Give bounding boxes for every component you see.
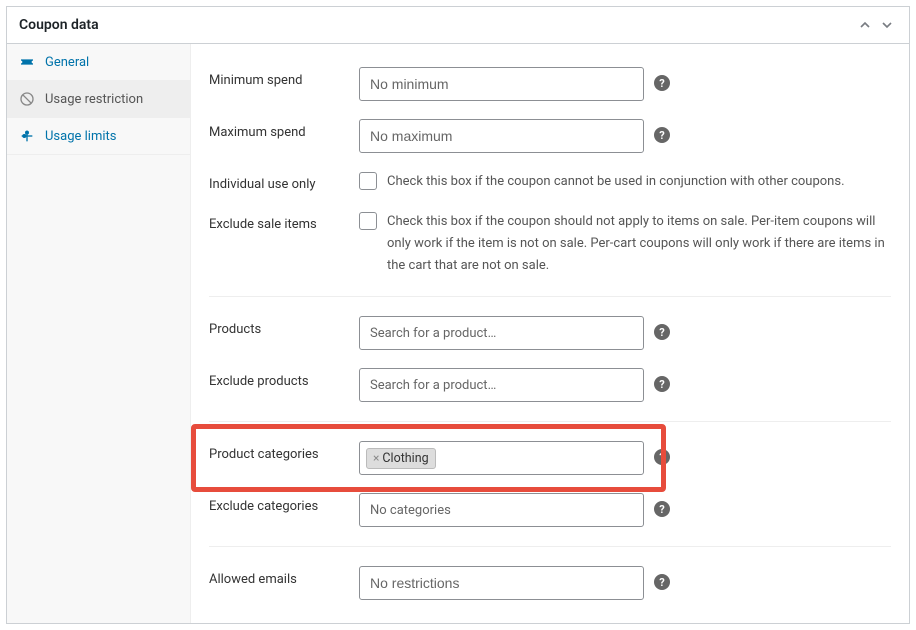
product-categories-select[interactable]: × Clothing — [359, 441, 644, 475]
divider — [209, 296, 891, 297]
checkbox-description: Check this box if the coupon cannot be u… — [387, 171, 845, 193]
minimum-spend-input[interactable] — [359, 67, 644, 101]
allowed-emails-input[interactable] — [359, 566, 644, 600]
remove-tag-icon[interactable]: × — [373, 451, 379, 465]
help-icon[interactable]: ? — [654, 127, 670, 143]
help-icon[interactable]: ? — [654, 376, 670, 392]
category-tag: × Clothing — [366, 448, 436, 469]
help-icon[interactable]: ? — [654, 501, 670, 517]
tab-label: Usage limits — [45, 129, 116, 144]
sidebar: General Usage restriction Usage limits — [7, 44, 191, 623]
select-placeholder: Search for a product… — [366, 324, 500, 343]
collapse-down-icon[interactable] — [877, 15, 897, 35]
field-label: Product categories — [209, 441, 359, 462]
content: Minimum spend ? Maximum spend ? Individu… — [191, 44, 909, 623]
checkbox-description: Check this box if the coupon should not … — [387, 211, 891, 277]
field-maximum-spend: Maximum spend ? — [209, 110, 891, 162]
panel-toggles — [855, 15, 897, 35]
divider — [209, 421, 891, 422]
exclude-sale-checkbox[interactable] — [359, 212, 377, 230]
tab-label: Usage restriction — [45, 92, 143, 107]
help-icon[interactable]: ? — [654, 449, 670, 465]
divider — [209, 546, 891, 547]
coupon-data-panel: Coupon data General Usage restriction Us… — [6, 6, 910, 624]
field-label: Exclude categories — [209, 493, 359, 514]
help-icon[interactable]: ? — [654, 574, 670, 590]
help-icon[interactable]: ? — [654, 75, 670, 91]
field-product-categories: Product categories × Clothing ? — [209, 432, 891, 484]
exclude-categories-select[interactable]: No categories — [359, 493, 644, 527]
block-icon — [19, 91, 35, 107]
ticket-icon — [19, 54, 35, 70]
select-placeholder: Search for a product… — [366, 376, 500, 395]
tag-label: Clothing — [382, 451, 428, 466]
tab-usage-limits[interactable]: Usage limits — [7, 118, 190, 155]
field-exclude-products: Exclude products Search for a product… ? — [209, 359, 891, 411]
field-exclude-categories: Exclude categories No categories ? — [209, 484, 891, 536]
field-label: Maximum spend — [209, 119, 359, 140]
help-icon[interactable]: ? — [654, 324, 670, 340]
field-exclude-sale: Exclude sale items Check this box if the… — [209, 202, 891, 286]
collapse-up-icon[interactable] — [855, 15, 875, 35]
field-label: Minimum spend — [209, 67, 359, 88]
tab-label: General — [45, 55, 89, 70]
panel-title: Coupon data — [19, 17, 99, 33]
field-label: Exclude products — [209, 368, 359, 389]
panel-header: Coupon data — [7, 7, 909, 44]
field-label: Products — [209, 316, 359, 337]
exclude-products-select[interactable]: Search for a product… — [359, 368, 644, 402]
individual-use-checkbox[interactable] — [359, 172, 377, 190]
tab-usage-restriction[interactable]: Usage restriction — [7, 81, 190, 118]
products-select[interactable]: Search for a product… — [359, 316, 644, 350]
field-minimum-spend: Minimum spend ? — [209, 58, 891, 110]
field-individual-use: Individual use only Check this box if th… — [209, 162, 891, 202]
field-label: Individual use only — [209, 171, 359, 192]
field-allowed-emails: Allowed emails ? — [209, 557, 891, 609]
tab-general[interactable]: General — [7, 44, 190, 81]
field-label: Allowed emails — [209, 566, 359, 587]
sliders-icon — [19, 128, 35, 144]
panel-body: General Usage restriction Usage limits M… — [7, 44, 909, 623]
select-placeholder: No categories — [366, 501, 455, 520]
field-label: Exclude sale items — [209, 211, 359, 232]
maximum-spend-input[interactable] — [359, 119, 644, 153]
field-products: Products Search for a product… ? — [209, 307, 891, 359]
